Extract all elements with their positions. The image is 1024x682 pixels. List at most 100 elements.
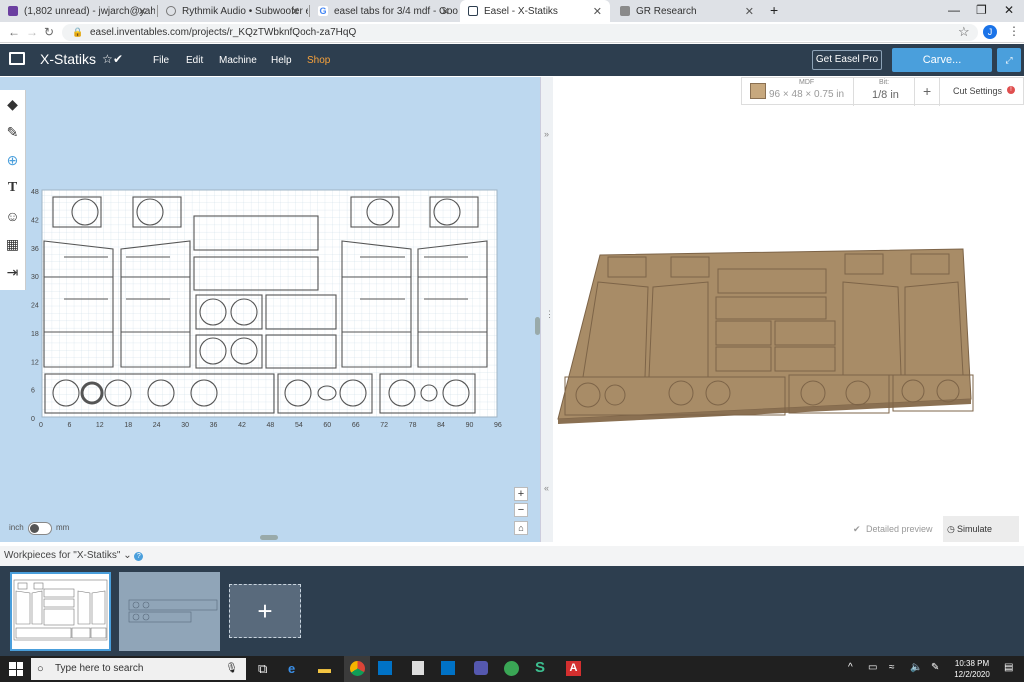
close-tab-icon[interactable]: ✕ — [593, 5, 602, 18]
teams-icon[interactable] — [474, 661, 488, 675]
menu-shop[interactable]: Shop — [307, 55, 330, 66]
close-tab-icon[interactable]: ✕ — [291, 5, 300, 18]
3d-preview[interactable] — [553, 77, 1024, 542]
carve-button[interactable]: Carve... — [892, 48, 992, 72]
close-tab-icon[interactable]: ✕ — [138, 5, 147, 18]
zoom-in-button[interactable]: + — [514, 487, 528, 501]
x-tick-label: 42 — [238, 422, 246, 429]
close-tab-icon[interactable]: ✕ — [441, 5, 450, 18]
chrome-icon — [350, 661, 365, 676]
microphone-icon[interactable]: 🎙 — [225, 658, 238, 680]
warning-icon: ! — [1007, 86, 1015, 94]
chrome-taskbar-item[interactable] — [344, 656, 370, 682]
autocad-icon[interactable]: A — [566, 661, 581, 676]
browser-tab-mail[interactable]: (1,802 unread) - jwjarch@yahoo.c ✕ — [0, 0, 155, 22]
workpiece-thumbnail-2[interactable] — [119, 572, 220, 651]
browser-tab-rythmik[interactable]: Rythmik Audio • Subwoofer encl ✕ — [158, 0, 308, 22]
pen-icon[interactable]: ✎ — [0, 118, 25, 146]
pen-workspace-icon[interactable]: ✎ — [931, 662, 939, 673]
file-explorer-icon[interactable]: ▬ — [318, 661, 331, 676]
window-close-button[interactable]: ✕ — [1004, 3, 1014, 17]
unit-inch-label: inch — [9, 523, 24, 532]
unit-toggle[interactable] — [28, 522, 52, 535]
edge-icon[interactable]: e — [288, 661, 295, 676]
material-bar: MDF 96 × 48 × 0.75 in Bit: 1/8 in + Cut … — [741, 77, 1024, 106]
horizontal-scroll-handle[interactable] — [260, 535, 278, 540]
menu-file[interactable]: File — [153, 55, 169, 66]
reload-icon[interactable]: ↻ — [44, 25, 54, 39]
app-green-icon[interactable] — [504, 661, 519, 676]
panel-divider[interactable]: » ⋮ « — [540, 77, 554, 542]
material-size[interactable]: 96 × 48 × 0.75 in — [769, 89, 844, 100]
detailed-preview-toggle[interactable]: Detailed preview — [866, 524, 933, 534]
shapes-icon[interactable]: ◆ — [0, 90, 25, 118]
y-tick-label: 12 — [31, 359, 39, 366]
restore-button[interactable]: ❐ — [976, 3, 987, 17]
cut-settings-button[interactable]: Cut Settings — [953, 86, 1002, 96]
url-field[interactable]: 🔒 easel.inventables.com/projects/r_KQzTW… — [62, 24, 978, 41]
help-icon[interactable]: ? — [134, 552, 144, 561]
project-title[interactable]: X-Statiks — [40, 51, 96, 67]
workpiece-preview — [13, 579, 108, 641]
zoom-out-button[interactable]: − — [514, 503, 528, 517]
menu-machine[interactable]: Machine — [219, 55, 257, 66]
notifications-icon[interactable]: ▤ — [1004, 662, 1013, 673]
easel-icon — [468, 6, 478, 16]
chevron-down-icon[interactable]: ⌄ — [123, 550, 131, 561]
browser-menu-icon[interactable]: ⋮ — [1008, 24, 1020, 38]
x-tick-label: 66 — [352, 422, 360, 429]
browser-tab-easel[interactable]: Easel - X-Statiks ✕ — [460, 0, 610, 22]
volume-icon[interactable]: 🔈 — [910, 662, 922, 673]
google-icon: G — [318, 6, 328, 16]
import-icon[interactable]: ⇥ — [0, 258, 25, 286]
clock-time[interactable]: 10:38 PM — [952, 659, 992, 668]
star-bookmark-icon[interactable]: ☆ — [958, 24, 970, 40]
design-grid: 0 6 12 18 24 30 36 42 48 54 60 66 72 78 84 90 96 4842363… — [31, 189, 502, 429]
calculator-icon[interactable] — [412, 661, 424, 675]
outlook-alt-icon[interactable] — [441, 661, 455, 675]
back-arrow-icon[interactable]: ← — [8, 25, 20, 39]
smiley-icon[interactable]: ☺ — [0, 202, 25, 230]
design-canvas[interactable]: 0 6 12 18 24 30 36 42 48 54 60 66 72 78 84 90 96 48 42 36 3… — [0, 77, 543, 542]
minimize-button[interactable]: — — [948, 3, 960, 17]
x-tick-label: 6 — [67, 422, 71, 429]
workpiece-thumbnail-current[interactable] — [10, 572, 111, 651]
bit-size[interactable]: 1/8 in — [872, 89, 899, 101]
wifi-icon[interactable]: ≈ — [889, 662, 895, 673]
y-tick-label: 24 — [31, 303, 39, 310]
box-3d-icon[interactable]: ▦ — [0, 230, 25, 258]
windows-start-icon[interactable] — [9, 662, 23, 676]
menu-edit[interactable]: Edit — [186, 55, 203, 66]
task-view-icon[interactable]: ⧉ — [258, 661, 267, 677]
sketchup-icon[interactable]: S — [535, 659, 545, 676]
menu-help[interactable]: Help — [271, 55, 292, 66]
simulate-button[interactable]: ◷ Simulate — [943, 516, 1019, 542]
chevron-left-icon[interactable]: « — [544, 483, 549, 493]
material-swatch[interactable] — [750, 83, 766, 99]
new-tab-button[interactable]: + — [770, 2, 778, 18]
taskbar-search-input[interactable]: ○ Type here to search 🎙 — [31, 658, 246, 680]
clock-date[interactable]: 12/2/2020 — [952, 670, 992, 679]
material-type-label: MDF — [799, 79, 815, 86]
outlook-icon[interactable] — [378, 661, 392, 675]
easel-logo-icon[interactable] — [9, 52, 25, 65]
x-tick-label: 90 — [466, 422, 474, 429]
x-tick-label: 36 — [210, 422, 218, 429]
profile-avatar[interactable]: J — [983, 25, 997, 39]
chevron-right-icon[interactable]: » — [544, 129, 549, 139]
browser-tab-gr-research[interactable]: GR Research ✕ — [612, 0, 762, 22]
workpiece-preview — [128, 599, 218, 623]
target-icon[interactable]: ⊕ — [0, 146, 25, 174]
home-icon[interactable]: ⌂ — [514, 521, 528, 535]
add-bit-button[interactable]: + — [923, 83, 931, 99]
browser-tab-google[interactable]: G easel tabs for 3/4 mdf - Google S ✕ — [310, 0, 458, 22]
star-icon[interactable]: ☆ — [102, 52, 113, 66]
expand-icon[interactable]: ⤢ — [997, 48, 1021, 72]
tray-chevron-icon[interactable]: ^ — [848, 662, 853, 673]
get-easel-pro-button[interactable]: Get Easel Pro — [812, 50, 882, 70]
forward-arrow-icon[interactable]: → — [26, 25, 38, 39]
battery-icon[interactable]: ▭ — [868, 662, 877, 673]
close-tab-icon[interactable]: ✕ — [745, 5, 754, 18]
add-workpiece-button[interactable]: + — [229, 584, 301, 638]
text-tool-icon[interactable]: T — [0, 174, 25, 202]
